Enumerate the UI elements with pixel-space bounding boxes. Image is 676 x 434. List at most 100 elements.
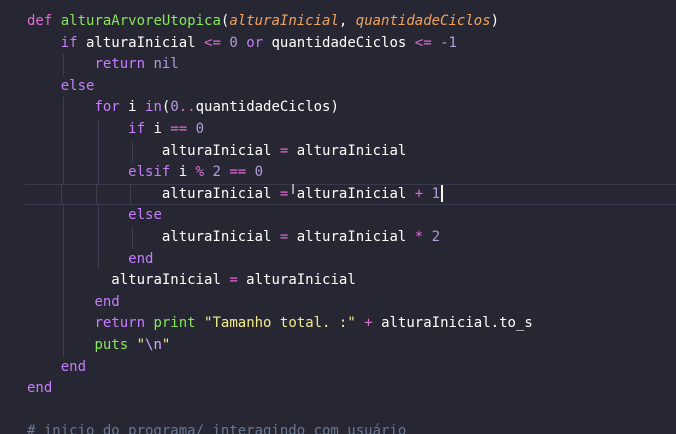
code-token: if	[128, 120, 146, 137]
code-token: 1	[431, 185, 441, 202]
code-token: return	[94, 56, 146, 73]
code-token: <=	[414, 34, 432, 51]
indentation	[27, 315, 94, 331]
code-token: +	[364, 315, 373, 332]
code-token: in	[145, 99, 162, 116]
code-line[interactable]: for i in(0..quantidadeCiclos)	[27, 97, 676, 119]
code-token: nil	[153, 56, 179, 73]
indent-guide	[62, 54, 64, 76]
indentation	[27, 99, 94, 115]
indent-guide	[62, 226, 64, 249]
code-token: else	[128, 207, 162, 224]
code-token: elsif	[128, 164, 171, 181]
code-line[interactable]: alturaInicial = alturaInicial * 2	[27, 226, 676, 249]
code-line[interactable]: alturaInicial = alturaInicial	[27, 270, 676, 292]
indent-guide	[62, 97, 64, 119]
indentation	[27, 251, 128, 267]
code-line[interactable]: else	[27, 76, 676, 98]
code-line[interactable]: # inicio do programa/ interagindo com us…	[27, 421, 676, 434]
code-token: 0	[195, 120, 205, 137]
code-token: or	[246, 34, 264, 51]
code-token: alturaArvoreUtopica	[60, 13, 221, 29]
code-line[interactable]: if alturaInicial <= 0 or quantidadeCiclo…	[27, 33, 676, 55]
code-token: ==	[229, 164, 247, 181]
indentation	[27, 78, 61, 94]
code-token: alturaInicial	[229, 13, 339, 29]
indentation	[27, 56, 94, 72]
code-token: "Tamanho total. :"	[204, 315, 356, 332]
indent-guide	[97, 226, 99, 249]
code-token: # inicio do programa/ interagindo com us…	[27, 423, 407, 434]
code-line[interactable]: else	[27, 205, 676, 227]
code-line[interactable]	[27, 400, 676, 422]
indent-guide	[62, 205, 64, 227]
indent-guide	[97, 205, 99, 227]
code-token: alturaInicial	[288, 185, 415, 202]
code-line[interactable]: alturaInicial = alturaInicial + 1	[25, 183, 676, 206]
code-token: i	[119, 99, 146, 116]
code-line[interactable]: alturaInicial = alturaInicial	[27, 140, 676, 163]
code-token: quantidadeCiclos	[355, 13, 491, 29]
indent-guide	[62, 270, 64, 292]
indentation	[27, 229, 162, 245]
indent-guide	[62, 291, 64, 314]
indent-guide	[97, 140, 99, 163]
code-token: =	[229, 272, 238, 289]
code-token: for	[94, 99, 120, 116]
code-token: end	[60, 358, 87, 375]
code-line[interactable]: return print "Tamanho total. :" + altura…	[27, 313, 676, 335]
code-token: alturaInicial	[161, 142, 280, 159]
code-token: alturaInicial.to_s	[372, 315, 533, 332]
indentation	[27, 207, 128, 223]
text-cursor-ibeam-icon: I	[291, 183, 295, 198]
code-editor[interactable]: def alturaArvoreUtopica(alturaInicial, q…	[0, 0, 676, 434]
code-token: 0	[254, 164, 264, 181]
indent-guide	[62, 140, 64, 163]
code-token: i	[145, 120, 171, 137]
code-token: +	[414, 185, 424, 202]
code-token: <=	[204, 34, 221, 51]
code-line[interactable]: end	[27, 248, 676, 271]
indent-guide	[97, 118, 99, 141]
indent-guide	[95, 183, 97, 206]
code-line[interactable]: end	[27, 357, 676, 379]
indentation	[27, 164, 128, 180]
code-token: quantidadeCiclos	[263, 34, 415, 51]
code-line[interactable]: def alturaArvoreUtopica(alturaInicial, q…	[27, 11, 676, 33]
code-token: return	[94, 315, 146, 332]
code-token: 2	[212, 164, 221, 181]
indent-guide	[62, 162, 64, 184]
code-token: print	[153, 315, 196, 332]
code-line[interactable]: puts "\n"	[27, 334, 676, 357]
code-token: )	[490, 13, 500, 29]
code-line[interactable]: end	[27, 291, 676, 314]
indent-guide	[97, 248, 99, 271]
code-line[interactable]: return nil	[27, 54, 676, 76]
indentation	[27, 121, 128, 137]
code-line[interactable]: end	[27, 378, 676, 400]
code-token: alturaInicial	[111, 272, 230, 289]
code-token: puts	[94, 336, 129, 353]
code-line[interactable]: elsif i % 2 == 0	[27, 162, 676, 184]
code-token: %	[195, 164, 205, 181]
code-token: end	[94, 293, 120, 310]
indent-guide	[62, 118, 64, 141]
indent-guide	[130, 183, 132, 206]
code-line[interactable]: if i == 0	[27, 118, 676, 141]
code-token: end	[128, 250, 154, 267]
indent-guide	[132, 226, 134, 249]
code-token: if	[60, 34, 78, 51]
code-token: alturaInicial	[288, 142, 407, 159]
code-area[interactable]: def alturaArvoreUtopica(alturaInicial, q…	[27, 11, 676, 434]
code-token: alturaInicial	[237, 272, 356, 289]
indent-guide	[62, 334, 64, 357]
indentation	[27, 294, 94, 310]
code-token: "	[161, 336, 171, 353]
